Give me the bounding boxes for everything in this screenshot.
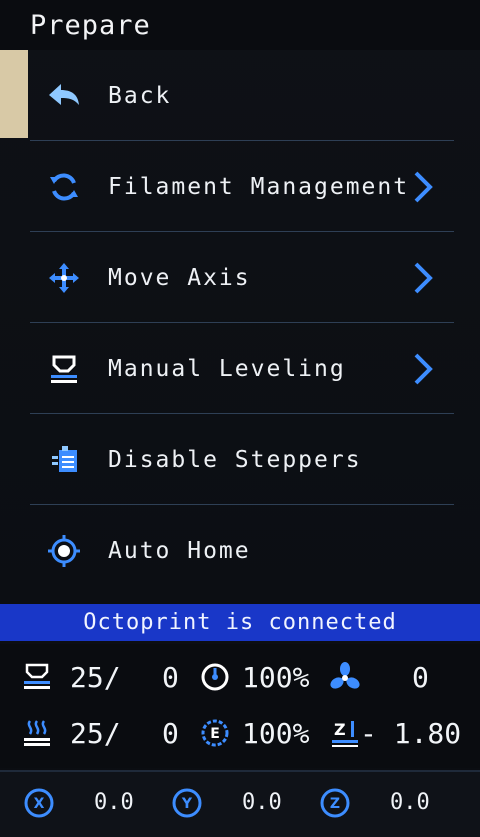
back-arrow-icon [46,78,82,114]
bed-target-temp: 0 [162,661,179,694]
title-bar: Prepare [0,0,480,50]
speed-gauge-icon [198,660,232,694]
svg-text:X: X [34,796,45,812]
bed-current-temp: 25/ [70,661,121,694]
x-position: 0.0 [94,790,134,815]
menu-label-manual-leveling: Manual Leveling [108,355,346,382]
svg-text:E: E [210,726,220,742]
flow-rate: 100% [242,717,310,750]
menu-label-move-axis: Move Axis [108,264,251,291]
prepare-menu: Back Filament Management Move Axis Manua… [0,50,480,596]
stats-row-bed: 25/ 0 100% 0 [0,650,480,705]
menu-item-filament-management[interactable]: Filament Management [0,141,480,232]
menu-item-move-axis[interactable]: Move Axis [0,232,480,323]
z-axis-icon: Z [318,786,352,820]
chevron-right-icon [410,261,436,295]
fan-speed: 0 [412,661,429,694]
x-axis-icon: X [22,786,56,820]
chevron-right-icon [410,170,436,204]
stats-panel: 25/ 0 100% 0 25/ 0 E 100% Z - 1.80 [0,644,480,768]
menu-item-manual-leveling[interactable]: Manual Leveling [0,323,480,414]
hotend-current-temp: 25/ [70,717,121,750]
move-axis-icon [46,260,82,296]
crosshair-home-icon [46,533,82,569]
bed-temperature-icon [20,660,54,694]
print-speed: 100% [242,661,310,694]
stats-row-hotend: 25/ 0 E 100% Z - 1.80 [0,706,480,761]
refresh-icon [46,169,82,205]
menu-item-disable-steppers[interactable]: Disable Steppers [0,414,480,505]
z-offset-value: - 1.80 [360,717,462,750]
flow-icon: E [198,716,232,750]
page-title: Prepare [30,9,151,41]
y-axis-icon: Y [170,786,204,820]
menu-label-filament-management: Filament Management [108,173,410,200]
bed-leveling-icon [46,351,82,387]
menu-item-auto-home[interactable]: Auto Home [0,505,480,596]
y-position: 0.0 [242,790,282,815]
stepper-icon [46,442,82,478]
status-bar: Octoprint is connected [0,604,480,641]
hotend-temperature-icon [20,716,54,750]
z-position: 0.0 [390,790,430,815]
svg-text:Z: Z [330,796,340,812]
hotend-target-temp: 0 [162,717,179,750]
z-offset-icon: Z [328,716,362,750]
menu-label-back: Back [108,82,172,109]
menu-item-back[interactable]: Back [0,50,480,141]
menu-label-disable-steppers: Disable Steppers [108,446,362,473]
svg-text:Y: Y [181,796,193,812]
menu-label-auto-home: Auto Home [108,537,251,564]
svg-text:Z: Z [334,720,346,739]
axis-position-bar: X 0.0 Y 0.0 Z 0.0 [0,770,480,837]
printer-screen: Prepare Back Filament Management Move Ax… [0,0,480,837]
chevron-right-icon [410,352,436,386]
fan-icon [328,660,362,694]
